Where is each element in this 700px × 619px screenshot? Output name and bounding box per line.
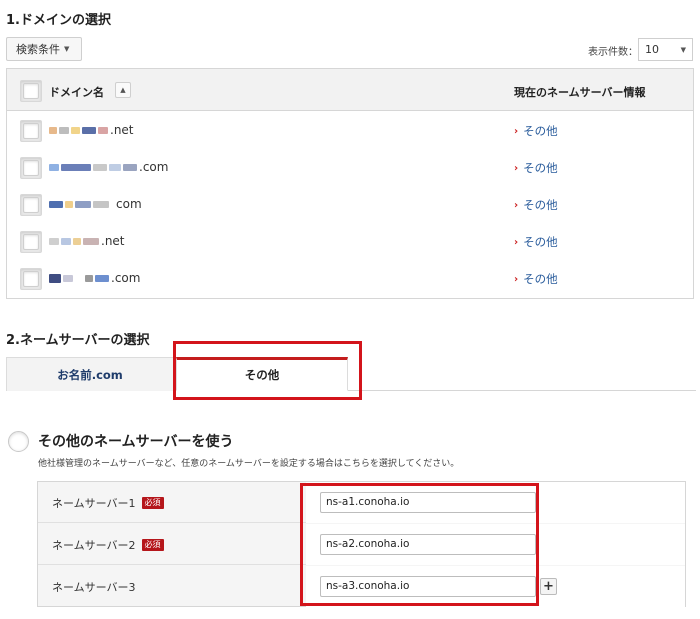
tab-onamae[interactable]: お名前.com [6,357,174,391]
row-checkbox[interactable] [20,157,42,179]
ns-info-link[interactable]: › その他 [514,197,558,213]
row-checkbox[interactable] [20,194,42,216]
table-row: .net › その他 [7,223,693,260]
display-count-label: 表示件数： [588,47,638,58]
chevron-right-icon: › [514,199,519,211]
sort-ascending-icon[interactable]: ▲ [115,82,131,98]
use-other-ns-title: その他のネームサーバーを使う [38,434,234,450]
search-filter-label: 検索条件 [16,43,60,56]
required-badge: 必須 [141,497,164,509]
row-checkbox[interactable] [20,120,42,142]
highlight-box-inputs [300,483,539,606]
table-row: .net › その他 [7,112,693,149]
chevron-right-icon: › [514,125,519,137]
section-nameserver-title: 2.ネームサーバーの選択 [6,333,150,348]
table-row: com › その他 [7,186,693,223]
display-count-select[interactable]: 10 ▼ [638,38,693,61]
display-count-value: 10 [645,43,659,56]
caret-down-icon: ▼ [64,45,70,53]
ns-info-link[interactable]: › その他 [514,271,558,287]
required-badge: 必須 [141,539,164,551]
table-row: .com › その他 [7,260,693,297]
use-other-ns-radio[interactable] [8,431,29,452]
ns-label: ネームサーバー3 [52,581,136,594]
domain-name-cell: .com [49,271,140,285]
row-checkbox[interactable] [20,268,42,290]
ns-info-link[interactable]: › その他 [514,234,558,250]
highlight-box-tab [173,341,362,400]
domain-table-header: ドメイン名 ▲ 現在のネームサーバー情報 [7,69,693,111]
column-current-ns: 現在のネームサーバー情報 [514,86,646,99]
search-filter-button[interactable]: 検索条件 ▼ [6,37,82,61]
domain-name-cell: .net [49,123,134,137]
use-other-ns-description: 他社様管理のネームサーバーなど、任意のネームサーバーを設定する場合はこちらを選択… [38,459,460,469]
chevron-right-icon: › [514,162,519,174]
caret-down-icon: ▼ [680,45,686,54]
column-domain-name: ドメイン名 [49,86,104,99]
chevron-right-icon: › [514,273,519,285]
ns-label: ネームサーバー1 必須 [52,495,164,511]
section-domain-title: 1.ドメインの選択 [6,13,111,28]
chevron-right-icon: › [514,236,519,248]
add-nameserver-button[interactable]: + [540,578,557,595]
ns-info-link[interactable]: › その他 [514,123,558,139]
ns-label: ネームサーバー2 必須 [52,537,164,553]
domain-table: ドメイン名 ▲ 現在のネームサーバー情報 .net › その他 .com › そ… [6,68,694,299]
domain-name-cell: .net [49,234,125,248]
row-checkbox[interactable] [20,231,42,253]
domain-name-cell: .com [49,160,168,174]
domain-name-cell: com [49,197,142,211]
ns-info-link[interactable]: › その他 [514,160,558,176]
select-all-checkbox[interactable] [20,80,42,102]
table-row: .com › その他 [7,149,693,186]
